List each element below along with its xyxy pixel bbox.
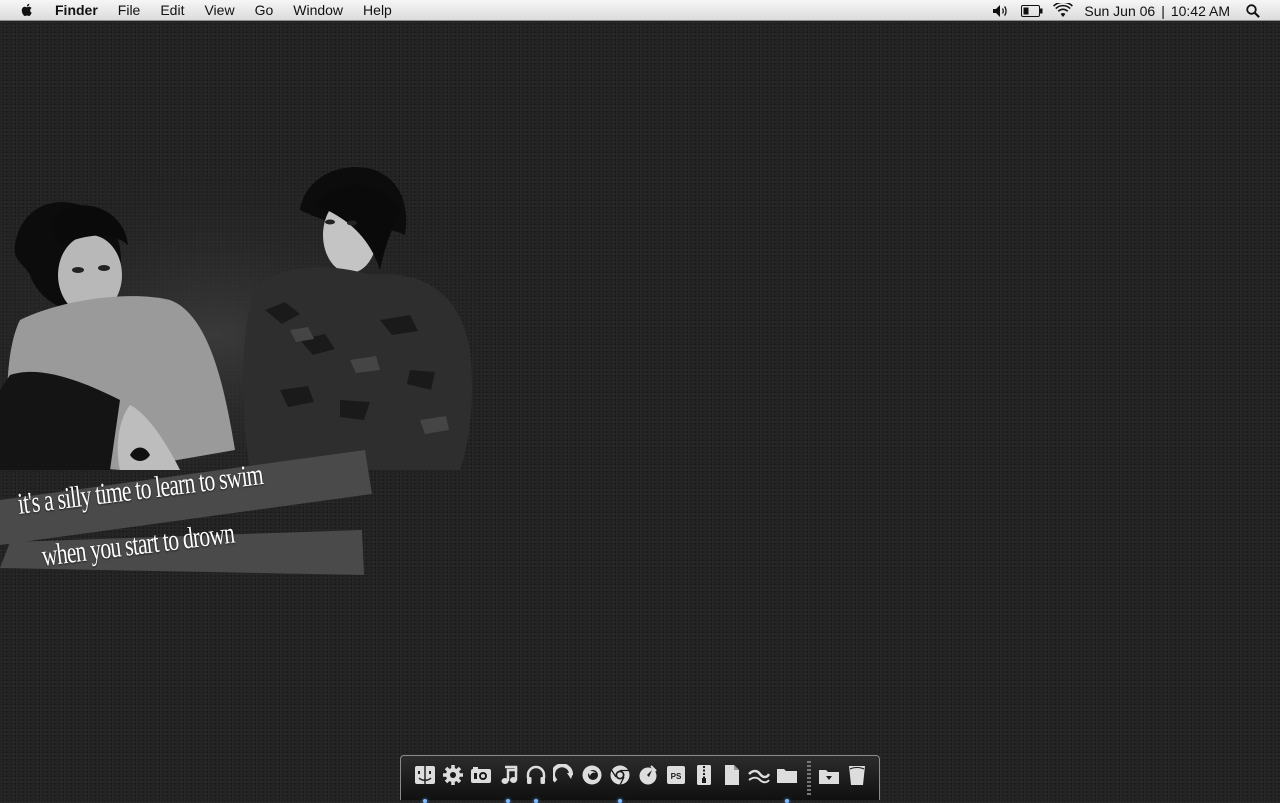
menu-help[interactable]: Help [353,0,402,21]
headphones-icon [526,765,546,784]
folder-icon [777,769,797,783]
clock-time: 10:42 AM [1170,2,1230,19]
dock: PS [400,755,880,803]
dock-item-downloads[interactable] [817,764,841,792]
clock-date: Sun Jun 06 [1084,2,1156,19]
music-note-icon [501,765,518,784]
dock-item-music[interactable] [496,764,520,803]
dock-item-document[interactable] [720,764,744,792]
menu-edit[interactable]: Edit [150,0,194,21]
dock-item-system-preferences[interactable] [441,764,465,792]
compass-icon [639,765,657,785]
battery-icon[interactable] [1020,0,1044,21]
dock-item-swirl-app[interactable] [552,764,576,792]
chrome-icon [610,765,630,786]
dock-item-chrome[interactable] [608,764,632,803]
finder-icon [415,766,435,784]
camera-icon [471,767,491,783]
menu-go[interactable]: Go [245,0,284,21]
dock-item-compass[interactable] [636,764,660,792]
dock-item-firefox[interactable] [580,764,604,792]
menu-bar: Finder File Edit View Go Window Help Sun… [0,0,1280,21]
dock-item-archive[interactable] [692,764,716,792]
volume-icon[interactable] [990,0,1012,21]
document-icon [725,765,739,785]
archive-zipper-icon [697,765,711,785]
downloads-folder-icon [819,770,839,784]
dock-separator [807,761,811,797]
apple-logo-icon[interactable] [19,2,35,18]
firefox-icon [582,765,602,785]
dock-item-headphones[interactable] [524,764,548,803]
system-preferences-gear-icon [443,765,463,785]
menu-finder[interactable]: Finder [49,0,108,21]
wallpaper-photo [0,166,480,470]
dock-item-folder[interactable] [775,764,799,803]
menu-clock[interactable]: Sun Jun 06 | 10:42 AM [1084,3,1230,19]
wifi-icon[interactable] [1052,0,1074,21]
menu-view[interactable]: View [194,0,244,21]
spotlight-search-icon[interactable] [1244,0,1262,21]
dock-item-photoshop[interactable]: PS [664,764,688,792]
dock-item-wave-app[interactable] [747,764,771,792]
dock-item-camera[interactable] [469,764,493,792]
dock-item-finder[interactable] [413,764,437,803]
arrow-swirl-icon [553,764,573,783]
menu-window[interactable]: Window [283,0,353,21]
status-menus: Sun Jun 06 | 10:42 AM [990,0,1280,21]
photoshop-icon: PS [667,766,685,784]
wave-icon [748,769,770,784]
clock-separator: | [1161,2,1165,19]
trash-icon [849,766,865,785]
photoshop-label: PS [671,772,682,781]
menu-file[interactable]: File [108,0,151,21]
dock-item-trash[interactable] [845,764,869,792]
